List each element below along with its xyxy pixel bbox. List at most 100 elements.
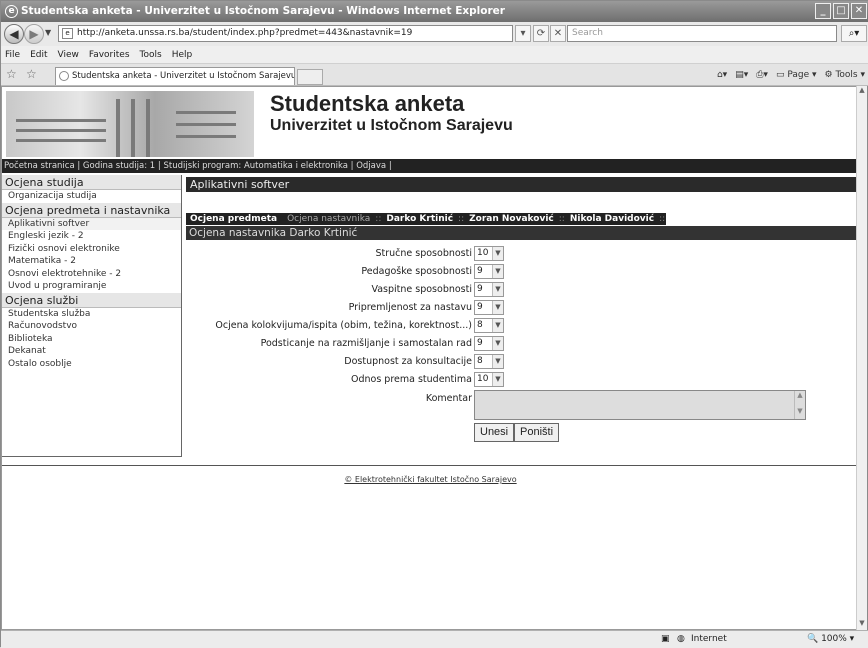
rating-select[interactable]: 9 ▼ <box>474 336 504 351</box>
window-title: Studentska anketa - Univerzitet u Istočn… <box>21 5 505 17</box>
ie-logo-icon: e <box>5 5 18 18</box>
subject-title: Aplikativni softver <box>186 177 857 192</box>
search-input[interactable]: Search <box>567 25 837 42</box>
site-subtitle: Univerzitet u Istočnom Sarajevu <box>270 117 513 134</box>
tab-teacher-novakovic[interactable]: Zoran Novaković <box>465 213 558 225</box>
menu-edit[interactable]: Edit <box>30 46 47 63</box>
rating-select[interactable]: 8 ▼ <box>474 354 504 369</box>
refresh-button[interactable]: ⟳ <box>533 25 549 42</box>
chevron-down-icon: ▼ <box>492 301 503 314</box>
scroll-up-icon[interactable]: ▲ <box>857 86 867 97</box>
sidebar-item-dekanat[interactable]: Dekanat <box>2 345 181 358</box>
rating-select[interactable]: 10 ▼ <box>474 246 504 261</box>
sidebar-item-engleski-jezik[interactable]: Engleski jezik - 2 <box>2 230 181 243</box>
search-placeholder: Search <box>572 28 603 38</box>
search-button[interactable]: ⌕▾ <box>841 25 867 42</box>
sidebar-item-uvod-programiranje[interactable]: Uvod u programiranje <box>2 280 181 293</box>
tools-menu-label: Tools <box>835 70 858 80</box>
tab-ocjena-predmeta[interactable]: Ocjena predmeta <box>186 213 282 225</box>
home-icon[interactable]: ⌂▾ <box>717 68 727 82</box>
forward-button[interactable]: ▶ <box>24 24 44 44</box>
add-favorites-icon[interactable]: ☆ <box>26 67 37 81</box>
reset-button[interactable]: Poništi <box>514 423 560 442</box>
sidebar-item-racunovodstvo[interactable]: Računovodstvo <box>2 320 181 333</box>
history-dropdown-icon[interactable]: ▼ <box>45 28 51 37</box>
footer-divider <box>2 465 857 466</box>
comment-textarea[interactable]: ▲ ▼ <box>474 390 806 420</box>
rating-select[interactable]: 8 ▼ <box>474 318 504 333</box>
rating-select[interactable]: 10 ▼ <box>474 372 504 387</box>
site-title: Studentska anketa <box>270 91 465 116</box>
minimize-button[interactable]: _ <box>815 3 831 19</box>
sidebar-item-biblioteka[interactable]: Biblioteka <box>2 333 181 346</box>
question-label: Podsticanje na razmišljanje i samostalan… <box>260 338 472 349</box>
question-row: Dostupnost za konsultacije 8 ▼ <box>186 353 857 370</box>
stop-button[interactable]: ✕ <box>550 25 566 42</box>
chevron-down-icon: ▼ <box>492 247 503 260</box>
scroll-down-icon[interactable]: ▼ <box>857 619 867 630</box>
back-button[interactable]: ◀ <box>4 24 24 44</box>
question-label: Odnos prema studentima <box>350 374 472 385</box>
tab-page-icon <box>59 71 69 81</box>
textarea-scrollbar[interactable]: ▲ ▼ <box>794 391 805 419</box>
menu-tools[interactable]: Tools <box>140 46 162 63</box>
tab-teacher-krtinic[interactable]: Darko Krtinić <box>382 213 458 225</box>
feeds-icon[interactable]: ▤▾ <box>735 68 748 82</box>
address-dropdown-button[interactable]: ▾ <box>515 25 531 42</box>
rating-select[interactable]: 9 ▼ <box>474 300 504 315</box>
zoom-button[interactable]: 🔍 100% ▾ <box>807 631 854 648</box>
evaluation-tabs: Ocjena predmeta Ocjena nastavnika :: Dar… <box>186 213 667 225</box>
page-menu-button[interactable]: ▭ Page ▾ <box>776 68 817 82</box>
page-icon: e <box>62 28 73 39</box>
chevron-down-icon: ▼ <box>492 355 503 368</box>
favorites-star-icon[interactable]: ☆ <box>6 67 17 81</box>
question-label: Stručne sposobnosti <box>375 248 472 259</box>
rating-select[interactable]: 9 ▼ <box>474 282 504 297</box>
question-row: Podsticanje na razmišljanje i samostalan… <box>186 335 857 352</box>
chevron-down-icon: ▼ <box>492 337 503 350</box>
close-button[interactable]: ✕ <box>851 3 867 19</box>
page-content: Studentska anketa Univerzitet u Istočnom… <box>1 86 858 630</box>
rating-select[interactable]: 9 ▼ <box>474 264 504 279</box>
tab-ocjena-nastavnika: Ocjena nastavnika <box>283 213 375 225</box>
tab-active[interactable]: Studentska anketa - Univerzitet u Istočn… <box>55 67 295 85</box>
address-text: http://anketa.unssa.rs.ba/student/index.… <box>77 28 413 38</box>
menu-file[interactable]: File <box>5 46 20 63</box>
menu-help[interactable]: Help <box>172 46 193 63</box>
main-panel: Aplikativni softver Ocjena predmeta Ocje… <box>186 177 857 459</box>
comment-label: Komentar <box>425 393 472 404</box>
globe-icon: ◍ <box>677 634 685 644</box>
new-tab-button[interactable] <box>297 69 323 85</box>
sidebar-item-ostalo-osoblje[interactable]: Ostalo osoblje <box>2 358 181 371</box>
maximize-button[interactable]: □ <box>833 3 849 19</box>
print-icon[interactable]: ⎙▾ <box>756 68 768 82</box>
tab-teacher-davidovic[interactable]: Nikola Davidović <box>565 213 659 225</box>
question-label: Pripremljenost za nastavu <box>348 302 472 313</box>
sidebar-item-organizacija-studija[interactable]: Organizacija studija <box>2 190 181 203</box>
address-input[interactable]: e http://anketa.unssa.rs.ba/student/inde… <box>58 25 513 42</box>
question-label: Pedagoške sposobnosti <box>361 266 472 277</box>
menu-bar: File Edit View Favorites Tools Help <box>1 46 868 64</box>
sidebar-section-ocjena-predmeta: Ocjena predmeta i nastavnika <box>2 202 181 218</box>
page-scrollbar[interactable]: ▲ ▼ <box>856 86 867 630</box>
chevron-down-icon: ▼ <box>492 283 503 296</box>
chevron-down-icon: ▼ <box>492 319 503 332</box>
question-row: Pripremljenost za nastavu 9 ▼ <box>186 299 857 316</box>
site-header: Studentska anketa Univerzitet u Istočnom… <box>2 87 857 158</box>
submit-button[interactable]: Unesi <box>474 423 515 442</box>
menu-favorites[interactable]: Favorites <box>89 46 130 63</box>
tools-menu-button[interactable]: ⚙ Tools ▾ <box>825 68 866 82</box>
question-label: Vaspitne sposobnosti <box>371 284 472 295</box>
sidebar-item-osnovi-elektrotehnike[interactable]: Osnovi elektrotehnike - 2 <box>2 268 181 281</box>
sidebar-item-matematika[interactable]: Matematika - 2 <box>2 255 181 268</box>
footer-link[interactable]: © Elektrotehnički fakultet Istočno Saraj… <box>2 475 857 484</box>
top-nav-line[interactable]: Početna stranica | Godina studija: 1 | S… <box>2 159 857 173</box>
sidebar-item-fizicki-osnovi[interactable]: Fizički osnovi elektronike <box>2 243 181 256</box>
sidebar-item-studentska-sluzba[interactable]: Studentska služba <box>2 308 181 321</box>
browser-window: e Studentska anketa - Univerzitet u Isto… <box>0 0 868 648</box>
menu-view[interactable]: View <box>58 46 79 63</box>
zoom-level: 100% <box>821 634 847 644</box>
sidebar-item-aplikativni-softver[interactable]: Aplikativni softver <box>2 217 181 230</box>
tab-bar: ☆ ☆ Studentska anketa - Univerzitet u Is… <box>1 64 868 86</box>
university-building-image <box>6 91 254 157</box>
